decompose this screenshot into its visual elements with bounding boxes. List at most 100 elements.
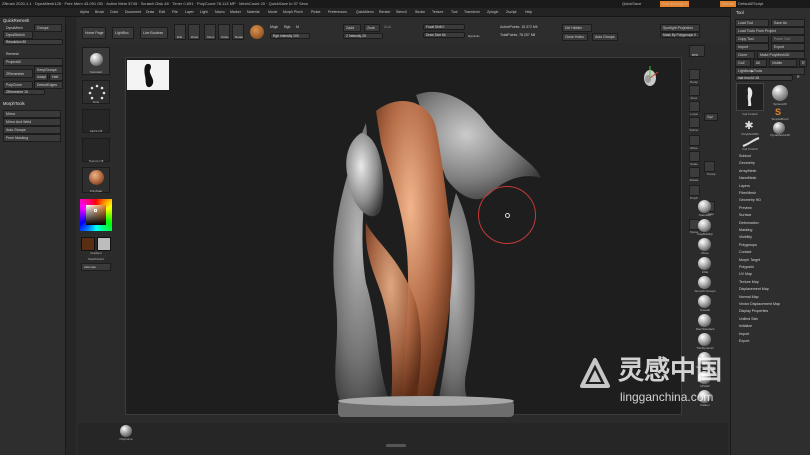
tool-section-geometry[interactable]: Geometry	[739, 161, 755, 165]
draw-button[interactable]: Draw	[188, 24, 200, 40]
zcut-toggle[interactable]: Zcut	[384, 25, 391, 29]
persp-button[interactable]	[689, 69, 700, 80]
tool-section-arraymesh[interactable]: ArrayMesh	[739, 169, 756, 173]
brush-damstandard-icon[interactable]	[698, 314, 711, 327]
brush-claybuildup-icon[interactable]	[698, 219, 711, 232]
menu-zplugin[interactable]: Zplugin	[487, 8, 498, 17]
current-tool-r-button[interactable]: R	[797, 75, 800, 79]
tool-header[interactable]: Tool	[736, 10, 744, 15]
all-button[interactable]: All	[753, 59, 767, 67]
shelf-auto-groups-button[interactable]: Auto Groups	[592, 33, 618, 41]
menu-stroke[interactable]: Stroke	[415, 8, 425, 17]
menu-render[interactable]: Render	[379, 8, 390, 17]
half-button[interactable]: Half	[49, 73, 63, 81]
save-as-button[interactable]: Save As	[771, 19, 805, 27]
make-polymesh3d-button[interactable]: Make PolyMesh3D	[757, 51, 805, 59]
scale-mode-button[interactable]: Scale	[218, 24, 230, 40]
goz-button[interactable]: GoZ	[735, 59, 751, 67]
gradient-label[interactable]: Gradient	[82, 251, 110, 255]
move-view-button[interactable]	[689, 135, 700, 146]
adapt-button[interactable]: Adapt	[34, 73, 48, 81]
menu-movie[interactable]: Movie	[268, 8, 277, 17]
mrgb-toggle[interactable]: Mrgb	[270, 25, 278, 29]
tool-section-export[interactable]: Export	[739, 339, 749, 343]
lightbox-tools-button[interactable]: Lightbox▶Tools	[735, 67, 805, 75]
tool-section-contact[interactable]: Contact	[739, 250, 751, 254]
secondary-color-swatch[interactable]	[97, 237, 111, 251]
menu-draw[interactable]: Draw	[146, 8, 154, 17]
paste-tool-button[interactable]: Paste Tool	[771, 35, 805, 43]
menu-alpha[interactable]: Alpha	[80, 8, 89, 17]
tool-section-polypaint[interactable]: Polypaint	[739, 265, 754, 269]
resolution-slider[interactable]: Resolution 80	[3, 39, 63, 45]
menu-light[interactable]: Light	[200, 8, 208, 17]
transp-button[interactable]	[704, 161, 715, 172]
tool-section-fibermesh[interactable]: FiberMesh	[739, 191, 756, 195]
draw-size-slider[interactable]: Draw Size 64	[423, 32, 465, 38]
mirror-button[interactable]: Mirror	[3, 110, 61, 118]
groups-button[interactable]: Groups	[34, 24, 62, 32]
primary-color-swatch[interactable]	[81, 237, 95, 251]
tool-thumb-polymesh3d[interactable]: ✱	[743, 120, 755, 132]
clipcurve-brush-icon[interactable]	[120, 425, 132, 437]
auto-groups-button[interactable]: Auto Groups	[3, 126, 61, 134]
tool-section-normal-map[interactable]: Normal Map	[739, 295, 759, 299]
tool-thumb-hair-brush2[interactable]	[736, 83, 764, 111]
menu-help[interactable]: Help	[525, 8, 532, 17]
close-holes-button[interactable]: Close Holes	[562, 33, 588, 41]
dynasketch-button[interactable]: DynaSketch	[3, 31, 33, 39]
menu-macro[interactable]: Macro	[215, 8, 225, 17]
tool-section-masking[interactable]: Masking	[739, 228, 752, 232]
local-button[interactable]	[689, 101, 700, 112]
menu-layer[interactable]: Layer	[185, 8, 194, 17]
load-tools-from-project-button[interactable]: Load Tools From Project	[735, 27, 805, 35]
tool-section-nanomesh[interactable]: NanoMesh	[739, 176, 756, 180]
focal-shift-slider[interactable]: Focal Shift 0	[423, 24, 465, 30]
from-masking-button[interactable]: From Masking	[3, 134, 61, 142]
r-button[interactable]: R	[799, 59, 807, 67]
tool-thumb-simplebrush[interactable]: S	[775, 107, 787, 117]
menu-transform[interactable]: Transform	[464, 8, 480, 17]
floor-button[interactable]	[689, 85, 700, 96]
import-button[interactable]: Import	[735, 43, 769, 51]
menu-picker[interactable]: Picker	[311, 8, 321, 17]
visible-button[interactable]: Visible	[769, 59, 797, 67]
tool-section-texture-map[interactable]: Texture Map	[739, 280, 759, 284]
left-tray-divider[interactable]	[66, 17, 76, 455]
quicksave-button[interactable]: QuickSave	[622, 0, 641, 8]
sculpt-bust-viewport[interactable]	[306, 83, 546, 423]
tool-section-morph-target[interactable]: Morph Target	[739, 258, 760, 262]
menu-quickmenu[interactable]: QuickMenu	[356, 8, 374, 17]
tool-section-initialize[interactable]: Initialize	[739, 324, 752, 328]
del-hidden-button[interactable]: Del Hidden	[562, 24, 592, 32]
rgb-toggle[interactable]: Rgb	[284, 25, 290, 29]
live-boolean-button[interactable]: Live Boolean	[140, 27, 168, 39]
menu-preferences[interactable]: Preferences	[328, 8, 347, 17]
menu-marker[interactable]: Marker	[230, 8, 241, 17]
rgb-intensity-slider[interactable]: Rgb Intensity 100	[270, 33, 310, 39]
current-tool-slider[interactable]: hair brush2 48	[735, 75, 793, 81]
project-all-button[interactable]: ProjectAll	[3, 58, 63, 66]
menu-zscript[interactable]: Zscript	[506, 8, 517, 17]
mask-by-polygroups-slider[interactable]: Mask By Polygroups 0	[660, 32, 700, 38]
rotate-mode-button[interactable]: Rotate	[232, 24, 244, 40]
alternate-button[interactable]: Alternate	[81, 263, 111, 271]
target-polygons-slider[interactable]: ZRemesher 15	[3, 89, 45, 95]
tool-section-vector-displacement-map[interactable]: Vector Displacement Map	[739, 302, 780, 306]
tool-section-surface[interactable]: Surface	[739, 213, 751, 217]
mirror-and-weld-button[interactable]: Mirror And Weld	[3, 118, 61, 126]
see-through-slider[interactable]: See-through 0	[660, 1, 690, 7]
zadd-toggle[interactable]: Zadd	[343, 24, 361, 32]
bpr-button[interactable]: BPR	[689, 45, 705, 57]
tool-section-uv-map[interactable]: UV Map	[739, 272, 752, 276]
lightbox-button[interactable]: LightBox	[112, 27, 134, 39]
tool-section-subtool[interactable]: Subtool	[739, 154, 751, 158]
orientation-head-icon[interactable]	[638, 64, 662, 94]
z-intensity-slider[interactable]: Z Intensity 25	[343, 33, 383, 39]
menu-texture[interactable]: Texture	[432, 8, 443, 17]
brush-trimdynamic-icon[interactable]	[698, 333, 711, 346]
polyclone-button[interactable]: PolyClone	[3, 81, 33, 89]
menu-tool[interactable]: Tool	[451, 8, 457, 17]
spotlight-projection-button[interactable]: Spotlight Projection	[660, 24, 700, 32]
brush-smooth-icon[interactable]	[698, 295, 711, 308]
